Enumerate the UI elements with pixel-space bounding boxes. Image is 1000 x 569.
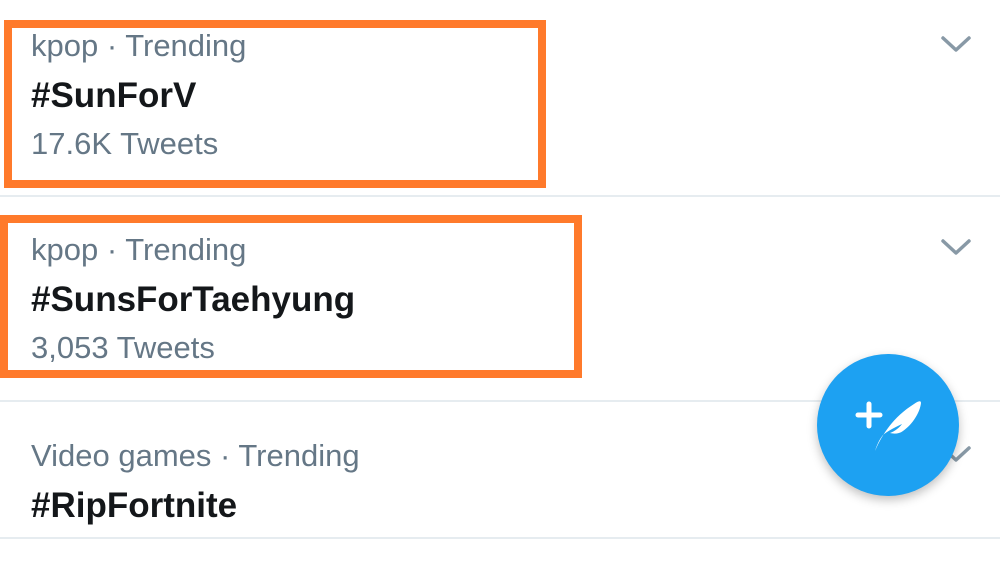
chevron-down-icon[interactable]	[940, 237, 972, 257]
trend-context: kpop · Trending	[31, 232, 247, 267]
trend-context: Video games · Trending	[31, 438, 360, 473]
compose-tweet-icon	[855, 401, 921, 451]
trend-context: kpop · Trending	[31, 28, 247, 63]
trend-tweet-count: 17.6K Tweets	[31, 126, 219, 161]
trend-name[interactable]: #SunsForTaehyung	[31, 282, 355, 317]
trend-item[interactable]: kpop · Trending #SunForV 17.6K Tweets	[0, 0, 1000, 197]
trend-tweet-count: 3,053 Tweets	[31, 330, 215, 365]
trends-screen: kpop · Trending #SunForV 17.6K Tweets kp…	[0, 0, 1000, 569]
trend-name[interactable]: #RipFortnite	[31, 488, 237, 523]
trend-name[interactable]: #SunForV	[31, 78, 196, 113]
compose-tweet-button[interactable]	[817, 354, 959, 496]
chevron-down-icon[interactable]	[940, 34, 972, 54]
